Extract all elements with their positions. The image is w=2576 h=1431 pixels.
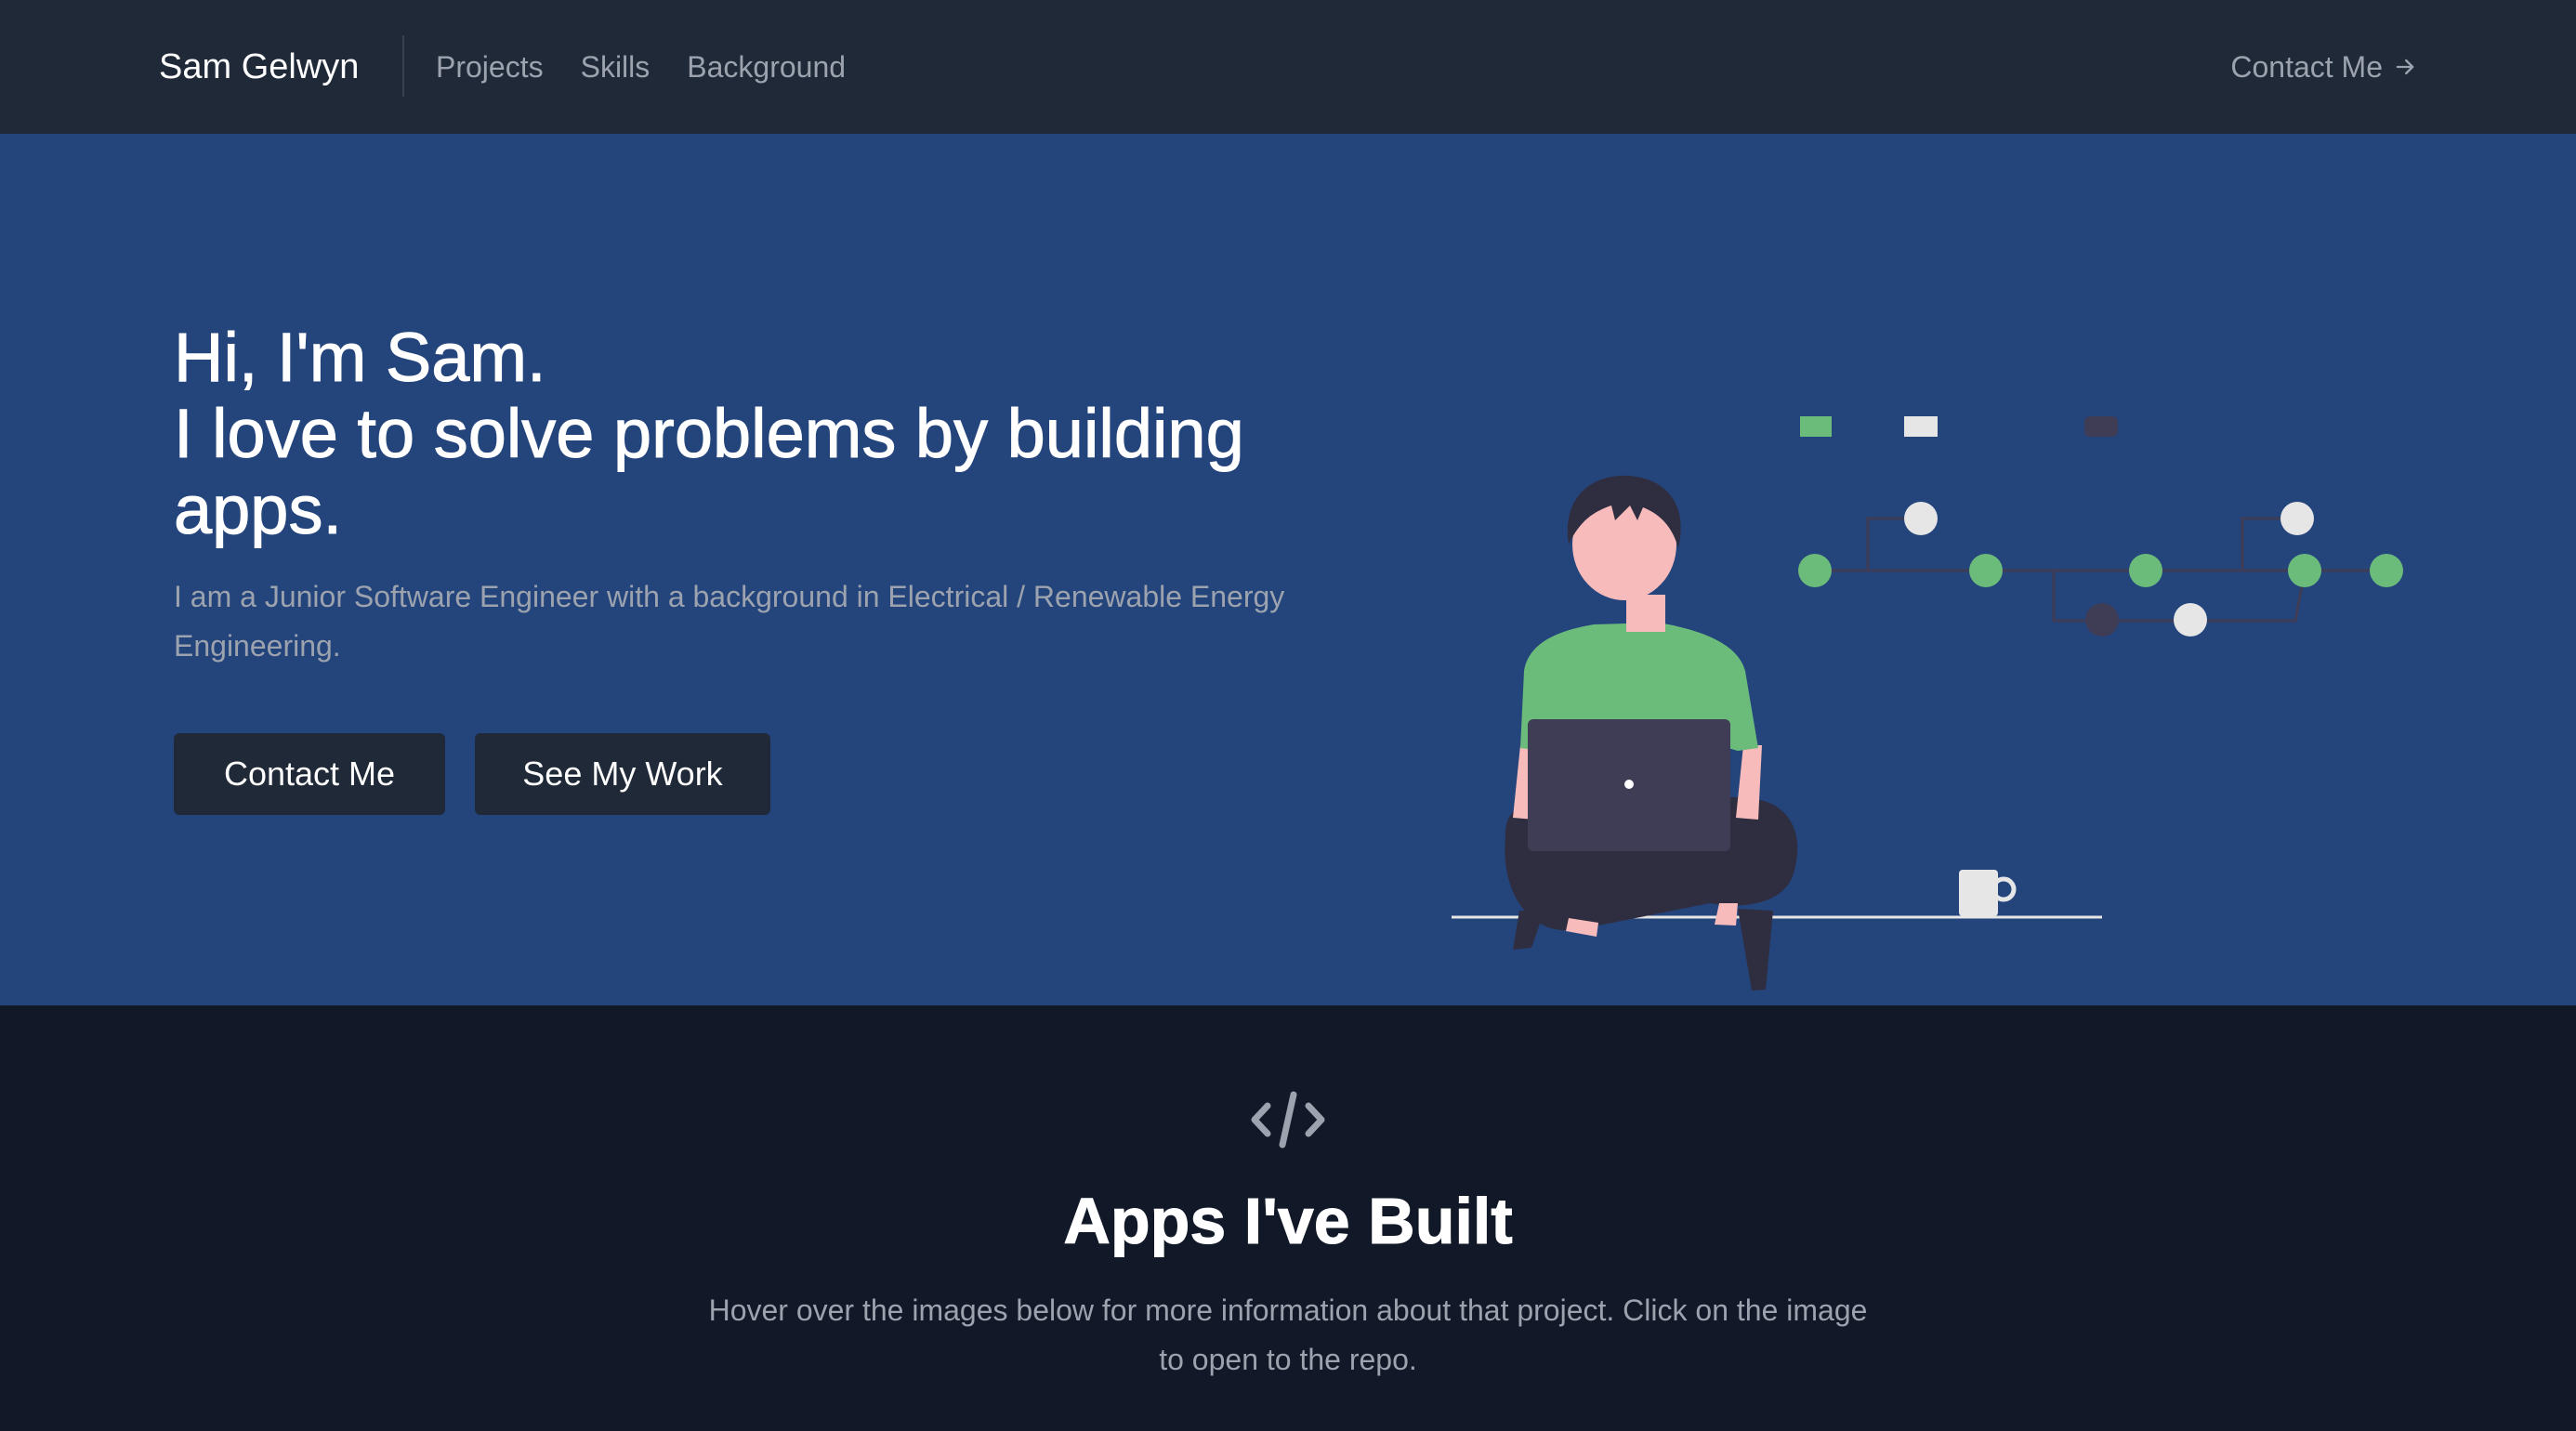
section-title: Apps I've Built xyxy=(1063,1185,1513,1258)
hero-title-line: Hi, I'm Sam. xyxy=(174,319,547,396)
nav-link-projects[interactable]: Projects xyxy=(436,50,544,85)
nav-link-background[interactable]: Background xyxy=(687,50,846,85)
nav-contact-label: Contact Me xyxy=(2230,49,2383,84)
section-subtitle: Hover over the images below for more inf… xyxy=(708,1293,1868,1376)
nav-contact-button[interactable]: Contact Me xyxy=(2230,0,2418,134)
nav-links: Projects Skills Background xyxy=(436,0,846,134)
hero-section: Hi, I'm Sam. I love to solve problems by… xyxy=(0,134,2576,1005)
code-icon xyxy=(1251,1091,1325,1149)
nav-divider xyxy=(402,35,404,97)
person-with-laptop-illustration xyxy=(1452,416,2403,991)
see-my-work-button[interactable]: See My Work xyxy=(475,733,770,815)
projects-section: Apps I've Built Hover over the images be… xyxy=(0,1005,2576,1431)
top-navbar: Sam Gelwyn Projects Skills Background Co… xyxy=(0,0,2576,134)
hero-title-line: I love to solve problems by building xyxy=(174,395,1245,472)
nav-link-skills[interactable]: Skills xyxy=(581,50,651,85)
hero-subtitle: I am a Junior Software Engineer with a b… xyxy=(174,580,1285,663)
hero-title: Hi, I'm Sam. I love to solve problems by… xyxy=(174,319,1345,548)
arrow-right-icon xyxy=(2396,59,2414,75)
hero-title-line: apps. xyxy=(174,471,343,548)
brand-name[interactable]: Sam Gelwyn xyxy=(159,0,359,134)
contact-me-button[interactable]: Contact Me xyxy=(174,733,445,815)
